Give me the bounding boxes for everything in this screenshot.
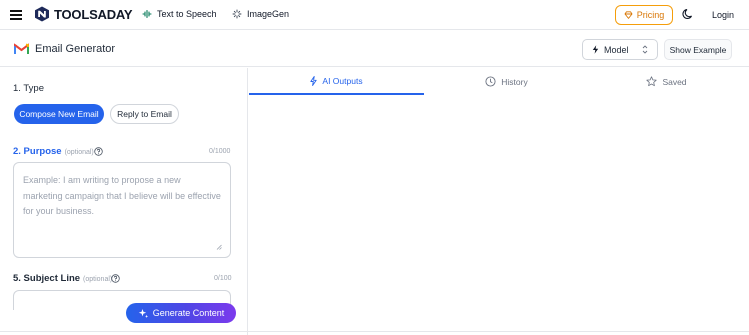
bolt-icon [310,75,318,86]
tab-label: Saved [662,76,687,87]
logo-icon [35,6,49,22]
nav-label: Text to Speech [157,9,217,19]
purpose-counter: 0/1000 [209,148,231,155]
tab-ai-outputs[interactable]: AI Outputs [249,68,424,95]
help-icon[interactable] [111,274,120,283]
nav-text-to-speech[interactable]: Text to Speech [142,9,217,19]
optional-tag: (optional) [83,276,113,283]
pricing-label: Pricing [636,10,665,20]
model-label: Model [604,44,629,55]
clock-icon [485,76,496,87]
tab-history[interactable]: History [424,68,589,95]
output-area [249,95,749,335]
purpose-textarea[interactable]: Example: I am writing to propose a new m… [13,162,231,258]
tab-label: History [501,76,528,87]
brand-name: TOOLSADAY [54,6,133,22]
sparkles-icon [138,308,148,318]
tab-label: AI Outputs [322,75,363,86]
page-title: Email Generator [35,43,116,55]
output-tabs: AI Outputs History Saved [249,68,749,95]
purpose-placeholder: Example: I am writing to propose a new m… [23,175,221,216]
star-icon [646,76,658,87]
subject-label: 5. Subject Line (optional) [13,273,112,284]
tab-saved[interactable]: Saved [589,68,744,95]
bolt-icon [592,45,599,54]
compose-new-email-button[interactable]: Compose New Email [14,104,104,124]
subject-label-text: 5. Subject Line [13,273,81,284]
tool-header: Email Generator Model Show Example [0,31,749,67]
optional-tag: (optional) [64,149,94,156]
nav-label: ImageGen [247,9,290,19]
subject-counter: 0/100 [214,275,232,282]
gmail-icon [14,43,29,54]
type-label: 1. Type [13,83,44,94]
logo[interactable]: TOOLSADAY [34,6,133,22]
nav-imagegen[interactable]: ImageGen [232,9,289,19]
sparkle-icon [232,9,242,19]
moon-icon[interactable] [682,8,694,20]
generate-content-button[interactable]: Generate Content [126,303,236,323]
waveform-icon [142,9,152,19]
resize-handle-icon[interactable] [216,244,222,250]
login-link[interactable]: Login [712,10,734,20]
purpose-label-text: 2. Purpose [13,146,62,157]
purpose-label: 2. Purpose (optional) [13,146,94,157]
divider [0,331,749,332]
form-panel: 1. Type Compose New Email Reply to Email… [0,68,248,335]
generate-label: Generate Content [152,308,225,318]
menu-icon[interactable] [10,10,22,20]
model-select[interactable]: Model [582,39,658,60]
reply-to-email-button[interactable]: Reply to Email [110,104,179,124]
top-navbar: TOOLSADAY Text to Speech ImageGen Pricin… [0,0,749,30]
chevron-updown-icon [642,45,648,54]
diamond-icon [624,11,633,19]
pricing-button[interactable]: Pricing [615,5,673,25]
show-example-button[interactable]: Show Example [664,39,732,60]
help-icon[interactable] [94,147,103,156]
